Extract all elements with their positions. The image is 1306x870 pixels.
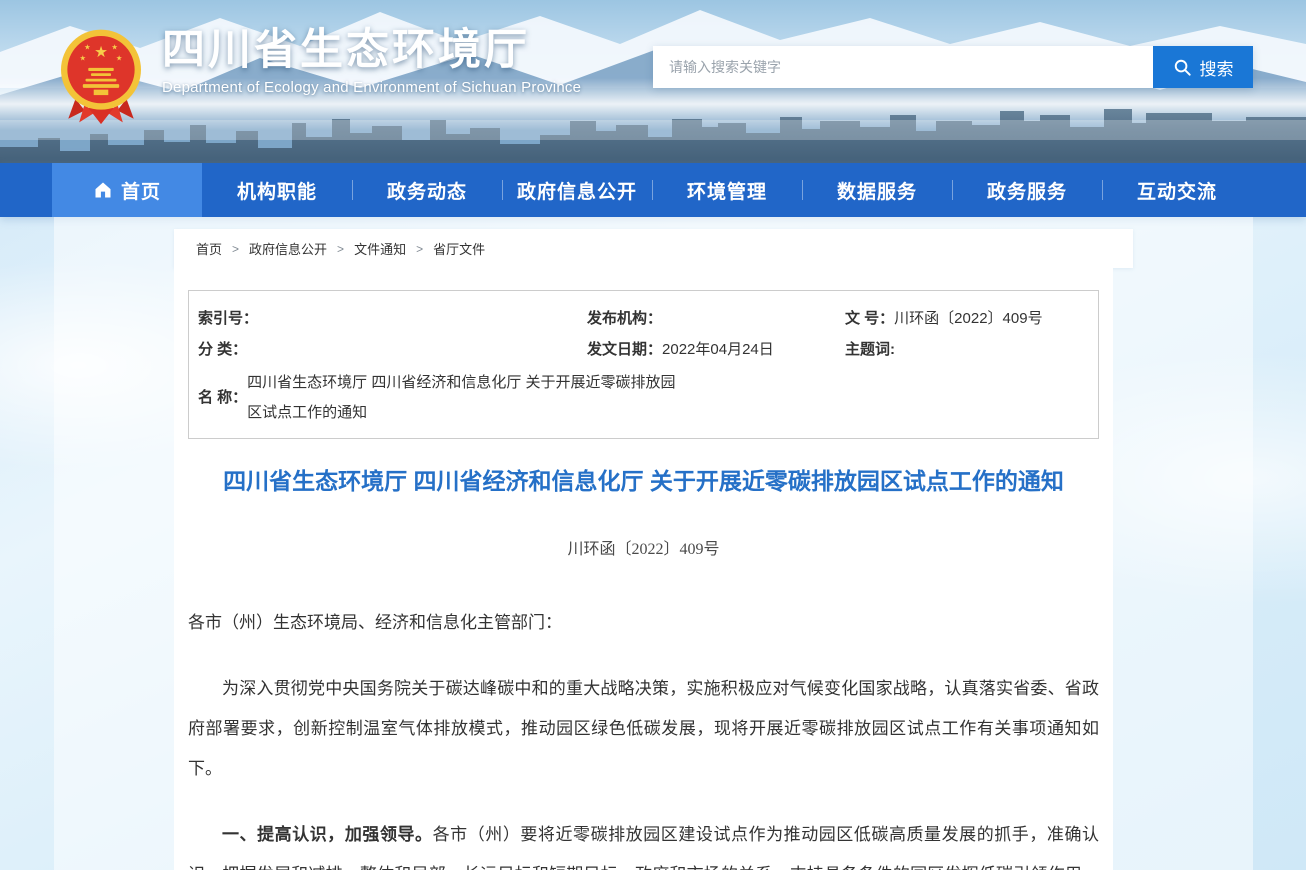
document-body: 各市（州）生态环境局、经济和信息化主管部门： 为深入贯彻党中央国务院关于碳达峰碳… bbox=[188, 603, 1099, 870]
meta-doc-number: 文 号： 川环函〔2022〕409号 bbox=[845, 303, 1098, 334]
document-title: 四川省生态环境厅 四川省经济和信息化厅 关于开展近零碳排放园区试点工作的通知 bbox=[188, 465, 1099, 498]
site-title: 四川省生态环境厅 bbox=[162, 26, 581, 75]
meta-issue-date: 发文日期： 2022年04月24日 bbox=[587, 334, 845, 365]
breadcrumb-link-home[interactable]: 首页 bbox=[196, 239, 222, 258]
meta-doc-number-value: 川环函〔2022〕409号 bbox=[894, 303, 1042, 334]
search-input[interactable] bbox=[653, 46, 1153, 88]
paragraph-2: 一、提高认识，加强领导。各市（州）要将近零碳排放园区建设试点作为推动园区低碳高质… bbox=[188, 815, 1099, 870]
meta-agency: 发布机构： bbox=[587, 303, 845, 334]
svg-text:★: ★ bbox=[116, 54, 123, 63]
nav-item-label: 政务服务 bbox=[987, 177, 1067, 204]
meta-category-label: 分 类： bbox=[198, 334, 247, 365]
meta-name-label: 名 称： bbox=[198, 383, 247, 413]
search-button[interactable]: 搜索 bbox=[1153, 46, 1253, 88]
breadcrumb-separator: > bbox=[232, 242, 239, 256]
meta-grid: 索引号： 发布机构： 文 号： 川环函〔2022〕409号 分 类： bbox=[189, 303, 1098, 365]
search-icon bbox=[1173, 58, 1192, 77]
search-bar: 搜索 bbox=[653, 46, 1253, 88]
nav-item-label: 互动交流 bbox=[1137, 177, 1217, 204]
page: ★ ★ ★ ★ ★ 四川省生态环境厅 Department of Ecology… bbox=[0, 0, 1306, 870]
breadcrumb-link-dept-files[interactable]: 省厅文件 bbox=[433, 239, 485, 258]
meta-keywords-label: 主题词: bbox=[845, 334, 895, 365]
breadcrumb-separator: > bbox=[416, 242, 423, 256]
nav-item-env-management[interactable]: 环境管理 bbox=[652, 163, 802, 217]
nav-item-home[interactable]: 首页 bbox=[52, 163, 202, 217]
content-panel: 首页 > 政府信息公开 > 文件通知 > 省厅文件 索引号： 发布机构： bbox=[54, 217, 1253, 870]
breadcrumb-link-gov-info[interactable]: 政府信息公开 bbox=[249, 239, 327, 258]
nav-item-gov-services[interactable]: 政务服务 bbox=[952, 163, 1102, 217]
breadcrumb: 首页 > 政府信息公开 > 文件通知 > 省厅文件 bbox=[174, 229, 1133, 268]
search-button-label: 搜索 bbox=[1200, 55, 1234, 80]
main-nav: 首页 机构职能 政务动态 政府信息公开 环境管理 数据服务 政务服务 互动交流 bbox=[0, 163, 1306, 217]
brand-text: 四川省生态环境厅 Department of Ecology and Envir… bbox=[162, 26, 581, 96]
nav-item-label: 环境管理 bbox=[687, 177, 767, 204]
meta-index: 索引号： bbox=[189, 303, 587, 334]
document-card: 索引号： 发布机构： 文 号： 川环函〔2022〕409号 分 类： bbox=[174, 268, 1113, 870]
site-subtitle: Department of Ecology and Environment of… bbox=[162, 79, 581, 96]
nav-item-label: 机构职能 bbox=[237, 177, 317, 204]
svg-text:★: ★ bbox=[80, 54, 87, 63]
national-emblem-logo: ★ ★ ★ ★ ★ bbox=[55, 26, 147, 126]
svg-text:★: ★ bbox=[111, 43, 118, 52]
meta-issue-date-label: 发文日期： bbox=[587, 334, 662, 365]
meta-doc-number-label: 文 号： bbox=[845, 303, 894, 334]
meta-name: 名 称： 四川省生态环境厅 四川省经济和信息化厅 关于开展近零碳排放园区试点工作… bbox=[189, 368, 1098, 428]
site-header: ★ ★ ★ ★ ★ 四川省生态环境厅 Department of Ecology… bbox=[0, 0, 1306, 163]
section-1-heading: 一、提高认识，加强领导。 bbox=[222, 825, 433, 844]
home-icon bbox=[93, 180, 113, 200]
meta-issue-date-value: 2022年04月24日 bbox=[662, 334, 774, 365]
breadcrumb-link-file-notices[interactable]: 文件通知 bbox=[354, 239, 406, 258]
paragraph-1: 为深入贯彻党中央国务院关于碳达峰碳中和的重大战略决策，实施积极应对气候变化国家战… bbox=[188, 669, 1099, 789]
document-meta-box: 索引号： 发布机构： 文 号： 川环函〔2022〕409号 分 类： bbox=[188, 290, 1099, 439]
document-number: 川环函〔2022〕409号 bbox=[188, 535, 1099, 559]
nav-item-gov-news[interactable]: 政务动态 bbox=[352, 163, 502, 217]
nav-item-label: 数据服务 bbox=[837, 177, 917, 204]
nav-item-data-services[interactable]: 数据服务 bbox=[802, 163, 952, 217]
nav-item-interaction[interactable]: 互动交流 bbox=[1102, 163, 1252, 217]
nav-item-gov-info-disclosure[interactable]: 政府信息公开 bbox=[502, 163, 652, 217]
meta-index-label: 索引号： bbox=[198, 303, 258, 334]
nav-item-label: 政务动态 bbox=[387, 177, 467, 204]
svg-text:★: ★ bbox=[94, 44, 108, 61]
svg-text:★: ★ bbox=[84, 43, 91, 52]
nav-item-label: 政府信息公开 bbox=[517, 177, 637, 204]
nav-item-org-functions[interactable]: 机构职能 bbox=[202, 163, 352, 217]
meta-category: 分 类： bbox=[189, 334, 587, 365]
meta-agency-label: 发布机构： bbox=[587, 303, 662, 334]
meta-name-value: 四川省生态环境厅 四川省经济和信息化厅 关于开展近零碳排放园区试点工作的通知 bbox=[247, 368, 679, 428]
nav-item-label: 首页 bbox=[121, 177, 161, 204]
brand: ★ ★ ★ ★ ★ 四川省生态环境厅 Department of Ecology… bbox=[55, 26, 581, 126]
meta-keywords: 主题词: bbox=[845, 334, 1098, 365]
salutation: 各市（州）生态环境局、经济和信息化主管部门： bbox=[188, 603, 1099, 643]
breadcrumb-separator: > bbox=[337, 242, 344, 256]
